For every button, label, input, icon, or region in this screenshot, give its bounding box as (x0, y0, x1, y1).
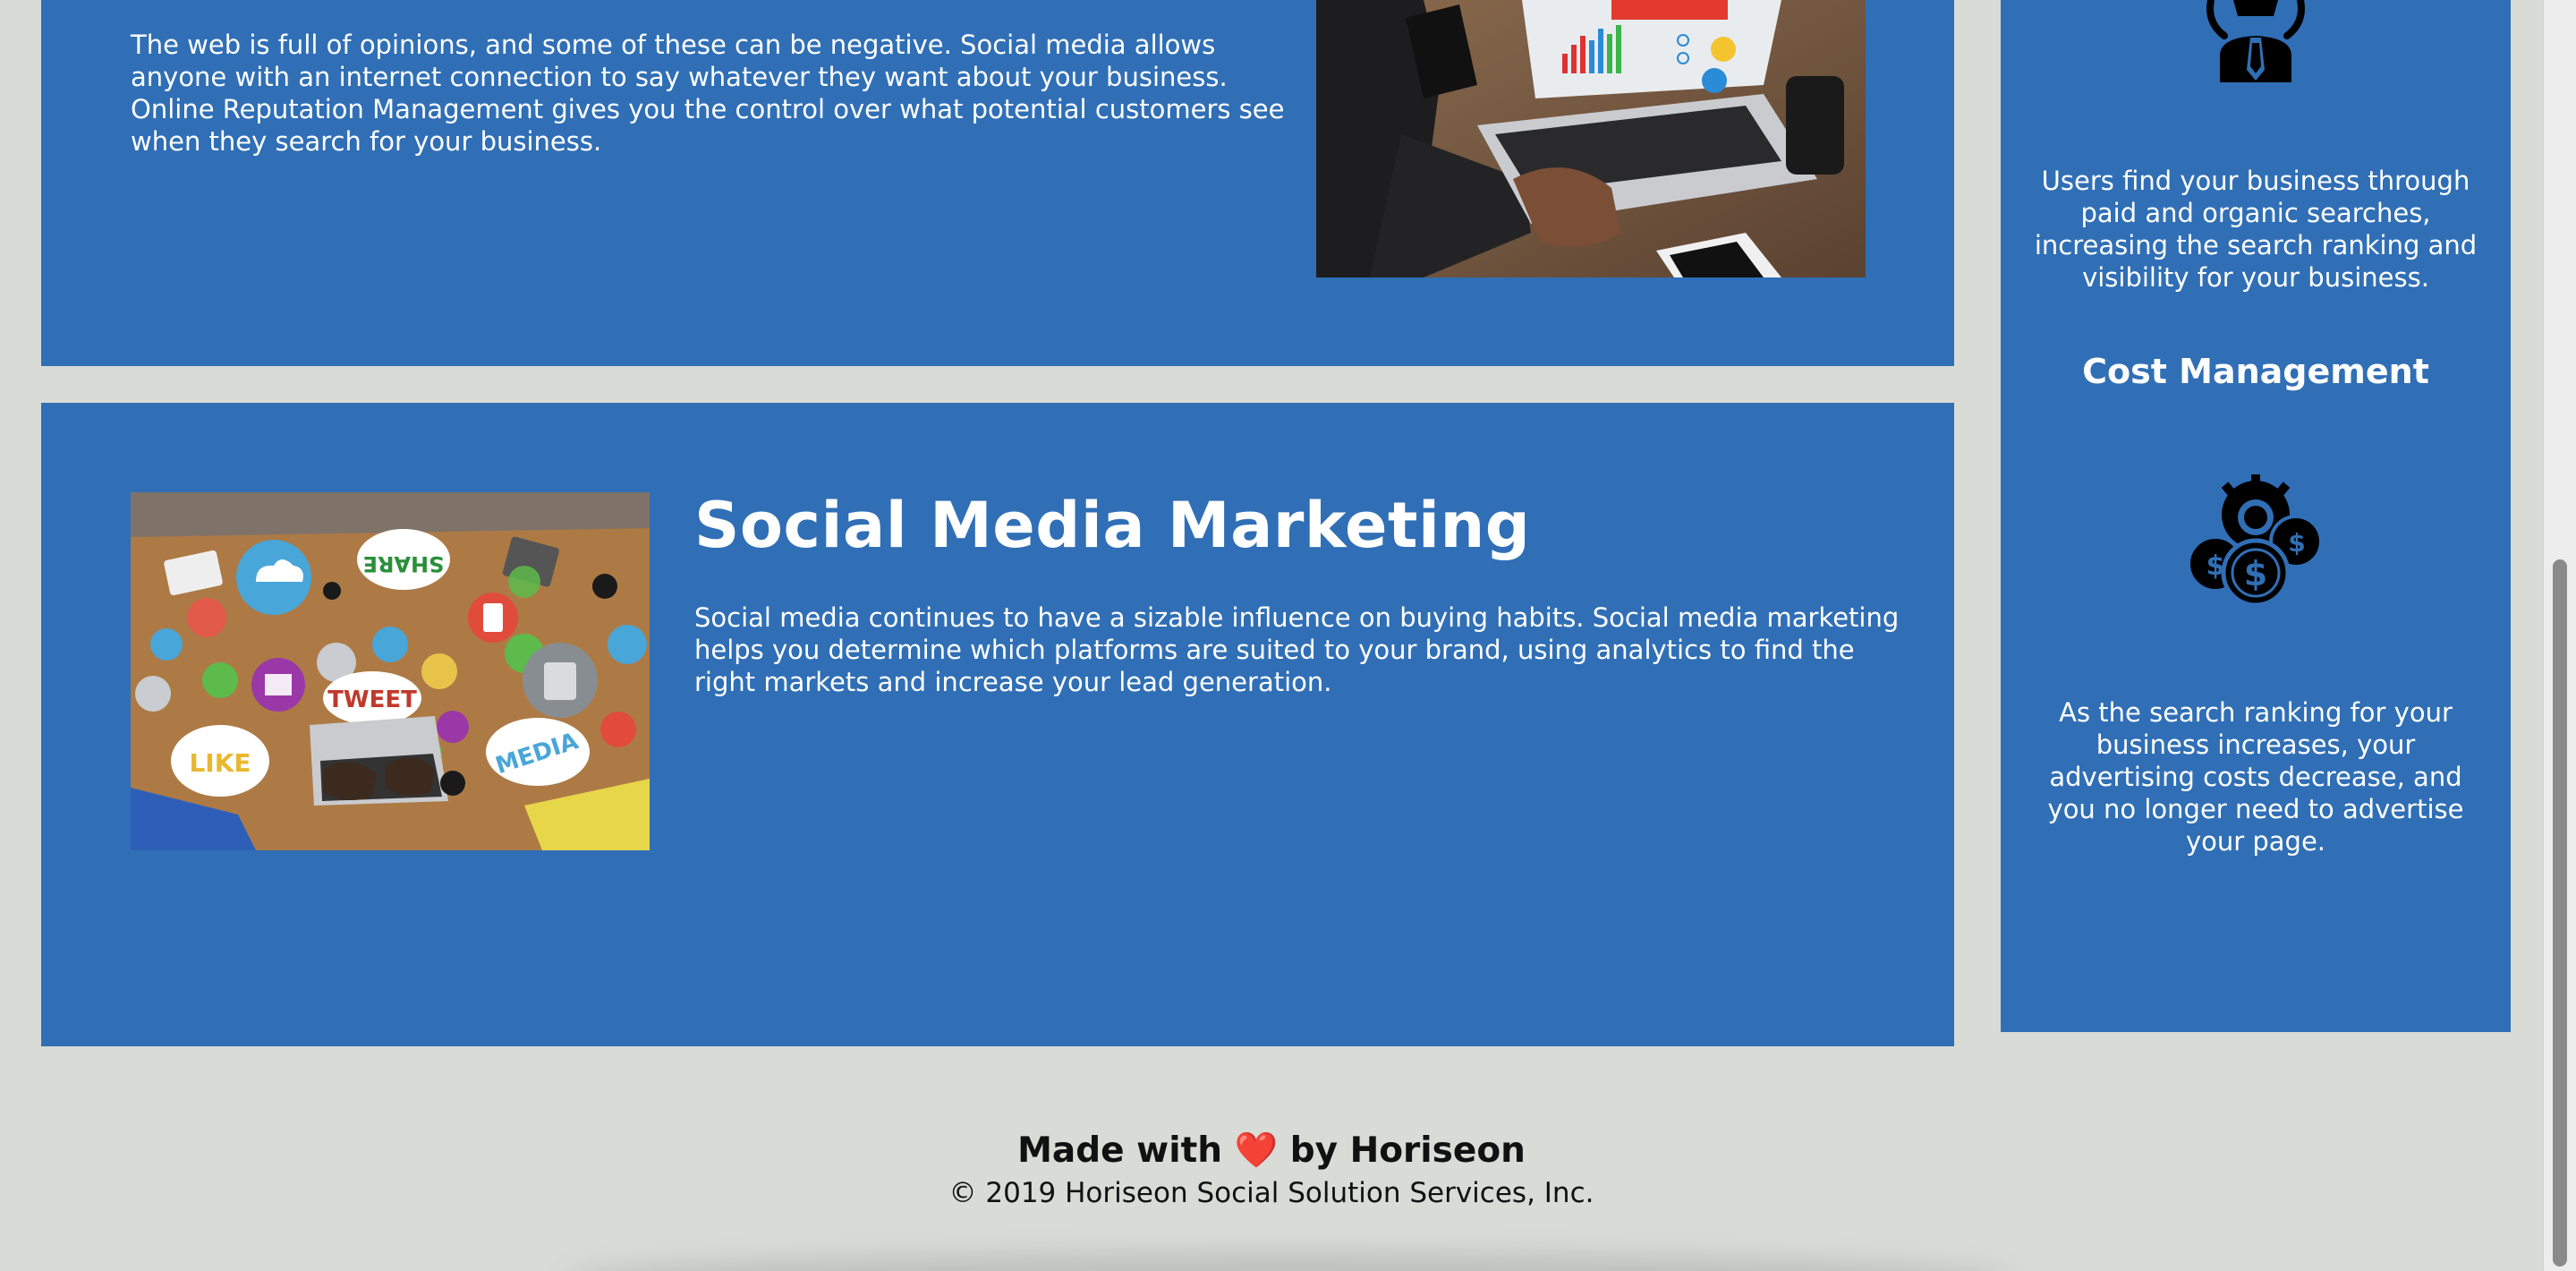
svg-text:$: $ (2288, 528, 2305, 558)
social-media-collage-photo: SHARE TWEET MEDIA LIKE (131, 492, 650, 850)
share-label: SHARE (363, 551, 445, 576)
made-with-line: Made with ❤️ by Horiseon (0, 1128, 2543, 1174)
smm-description: Social media continues to have a sizable… (694, 602, 1900, 697)
money-gear-icon: $ $ $ (2187, 474, 2323, 609)
scrollbar-thumb[interactable] (2553, 559, 2567, 1267)
cost-management-description: As the search ranking for your business … (2047, 697, 2464, 857)
page: The web is full of opinions, and some of… (0, 0, 2576, 1271)
tweet-label: TWEET (327, 687, 417, 713)
footer: Made with ❤️ by Horiseon © 2019 Horiseon… (0, 1128, 2543, 1212)
footer-shadow (564, 1253, 2013, 1271)
heart-icon: ❤️ (1234, 1130, 1279, 1171)
like-label: LIKE (189, 748, 251, 778)
lightbulb-person-icon (2193, 0, 2318, 82)
copyright-text: © 2019 Horiseon Social Solution Services… (948, 1177, 1594, 1209)
svg-text:$: $ (2206, 550, 2225, 582)
scrollbar-track[interactable] (2543, 0, 2576, 1271)
made-with-suffix: by Horiseon (1289, 1130, 1526, 1171)
online-reputation-management-section: The web is full of opinions, and some of… (41, 0, 1954, 366)
made-with-prefix: Made with (1017, 1130, 1222, 1171)
orm-description: The web is full of opinions, and some of… (131, 30, 1285, 157)
lead-generation-description: Users find your business through paid an… (2034, 166, 2478, 293)
benefits-sidebar: Users find your business through paid an… (2001, 0, 2511, 1032)
social-media-marketing-section: SHARE TWEET MEDIA LIKE Social Media Mark… (41, 403, 1954, 1046)
laptop-analytics-photo (1316, 0, 1866, 277)
svg-text:$: $ (2244, 554, 2267, 593)
cost-management-heading: Cost Management (2082, 352, 2429, 391)
section-title: Social Media Marketing (694, 489, 1531, 562)
